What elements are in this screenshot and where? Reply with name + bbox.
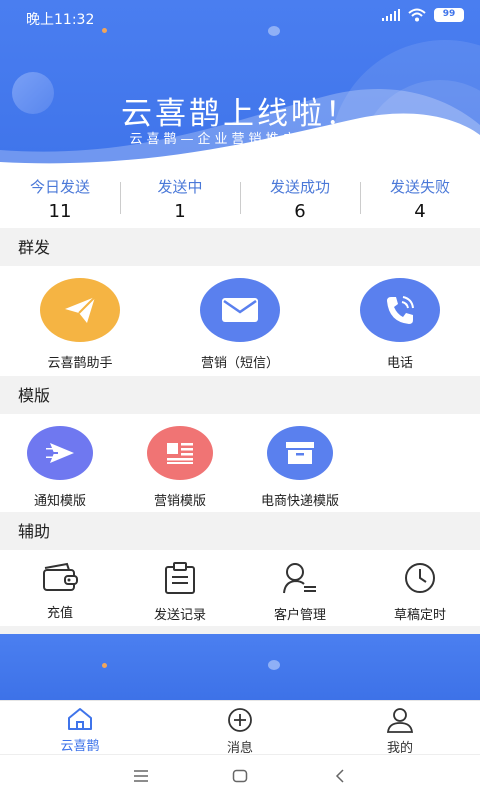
phone-icon xyxy=(360,278,440,342)
tab-messages[interactable]: 消息 xyxy=(160,701,320,756)
item-label: 云喜鹊助手 xyxy=(47,356,113,371)
item-label: 草稿定时 xyxy=(393,608,446,623)
user-list-icon xyxy=(283,563,316,594)
decor-dot xyxy=(268,660,280,670)
tab-bar: 云喜鹊 消息 我的 xyxy=(0,700,480,756)
item-label: 电话 xyxy=(386,356,413,371)
item-label: 营销模版 xyxy=(153,494,206,509)
send-records-button[interactable]: 发送记录 xyxy=(120,562,240,623)
bottom-banner xyxy=(0,634,480,700)
phone-button[interactable]: 电话 xyxy=(340,278,460,371)
newspaper-icon xyxy=(147,426,213,480)
sms-marketing-button[interactable]: 营销（短信） xyxy=(180,278,300,371)
stat-label: 发送失败 xyxy=(389,178,450,196)
stat-today[interactable]: 今日发送 11 xyxy=(0,172,120,228)
signal-icon xyxy=(382,9,400,21)
item-label: 电商快递模版 xyxy=(260,494,339,509)
notice-template-button[interactable]: 通知模版 xyxy=(0,426,120,509)
ecommerce-template-button[interactable]: 电商快递模版 xyxy=(240,426,360,509)
plus-circle-icon xyxy=(228,708,252,732)
stat-value: 6 xyxy=(294,201,306,222)
menu-icon[interactable] xyxy=(133,769,149,783)
stat-value: 4 xyxy=(414,201,426,222)
system-nav-bar xyxy=(0,754,480,800)
stats-row: 今日发送 11 发送中 1 发送成功 6 发送失败 4 xyxy=(0,172,480,228)
back-icon[interactable] xyxy=(334,769,346,783)
stat-label: 今日发送 xyxy=(29,178,90,196)
item-label: 充值 xyxy=(46,606,73,621)
home-nav-icon[interactable] xyxy=(232,769,248,783)
customer-management-button[interactable]: 客户管理 xyxy=(240,562,360,623)
decor-dot xyxy=(102,663,107,668)
clock-icon xyxy=(405,563,435,593)
stat-label: 发送成功 xyxy=(269,178,330,196)
wifi-icon xyxy=(408,8,426,22)
tab-home[interactable]: 云喜鹊 xyxy=(0,701,160,754)
wallet-icon xyxy=(43,562,78,591)
stat-sending[interactable]: 发送中 1 xyxy=(120,172,240,228)
header-banner: 晚上11:32 99 云喜鹊上线啦！ 云喜鹊—企业营销推广小助手 xyxy=(0,0,480,172)
status-bar: 晚上11:32 99 xyxy=(0,0,480,32)
item-label: 发送记录 xyxy=(153,608,206,623)
send-arrow-icon xyxy=(27,426,93,480)
tab-label: 云喜鹊 xyxy=(60,739,100,754)
status-time: 晚上11:32 xyxy=(26,12,95,28)
marketing-template-button[interactable]: 营销模版 xyxy=(120,426,240,509)
item-label: 营销（短信） xyxy=(200,356,279,371)
item-label: 通知模版 xyxy=(33,494,86,509)
item-label: 客户管理 xyxy=(273,608,326,623)
tab-mine[interactable]: 我的 xyxy=(320,701,480,756)
stat-label: 发送中 xyxy=(157,178,203,196)
stat-value: 1 xyxy=(174,201,186,222)
draft-schedule-button[interactable]: 草稿定时 xyxy=(360,562,480,623)
recharge-button[interactable]: 充值 xyxy=(0,562,120,621)
envelope-icon xyxy=(200,278,280,342)
section-title-templates: 模版 xyxy=(0,378,480,414)
stat-success[interactable]: 发送成功 6 xyxy=(240,172,360,228)
banner-headline: 云喜鹊上线啦！ xyxy=(121,96,359,132)
home-icon xyxy=(68,708,92,730)
assistant-button[interactable]: 云喜鹊助手 xyxy=(20,278,140,371)
archive-box-icon xyxy=(267,426,333,480)
clipboard-icon xyxy=(165,562,195,594)
section-title-mass-send: 群发 xyxy=(0,230,480,266)
assist-panel: 充值 发送记录 客户管理 草稿定时 xyxy=(0,550,480,626)
stat-value: 11 xyxy=(48,201,72,222)
paper-plane-icon xyxy=(40,278,120,342)
battery-icon: 99 xyxy=(434,8,464,22)
banner-subline: 云喜鹊—企业营销推广小助手 xyxy=(129,132,351,147)
person-icon xyxy=(386,708,414,733)
templates-panel: 通知模版 营销模版 电商快递模版 xyxy=(0,414,480,512)
section-title-assist: 辅助 xyxy=(0,514,480,550)
stat-failed[interactable]: 发送失败 4 xyxy=(360,172,480,228)
mass-send-panel: 云喜鹊助手 营销（短信） 电话 xyxy=(0,266,480,376)
